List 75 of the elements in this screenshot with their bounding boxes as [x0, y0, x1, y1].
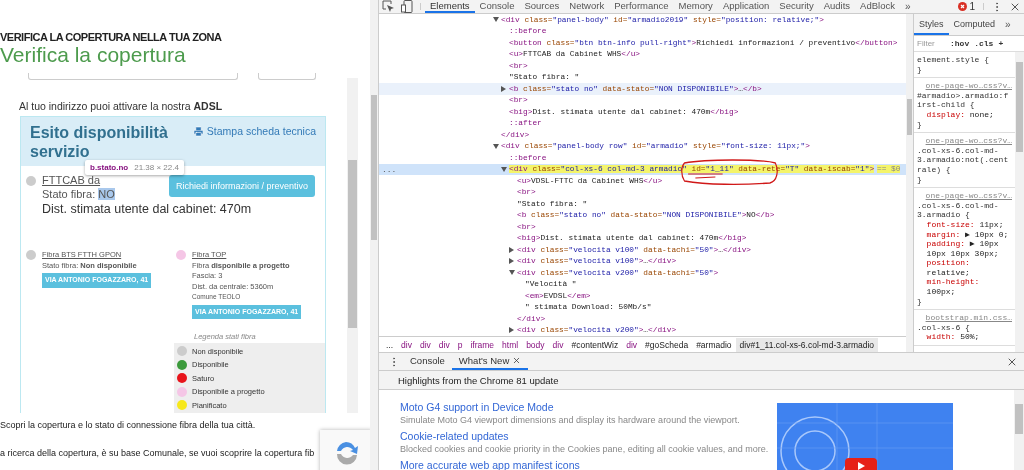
drawer-tab[interactable]: Console [403, 353, 452, 370]
css-property[interactable]: display: none; [917, 109, 1012, 120]
devtools-tab[interactable]: AdBlock [855, 0, 900, 13]
rule-source-link[interactable]: one-page-wo…css?v… [917, 81, 1012, 91]
devtools-tab[interactable]: Elements [425, 0, 475, 13]
body-text: Scopri la copertura e lo stato di connessione fibra della tua città. [0, 420, 257, 430]
page-title: Verifica la copertura [0, 43, 187, 67]
status-label: Stato fibra: [42, 188, 96, 200]
service-title: FTTCAB da [42, 174, 101, 186]
breadcrumb[interactable]: div#1_11.col-xs-6.col-md-3.armadio [735, 337, 879, 352]
hov-toggle[interactable]: :hov [950, 39, 970, 48]
devtools-tab[interactable]: Performance [609, 0, 674, 13]
css-selector: #armadio>.armadio:first-child { [917, 90, 1010, 110]
cls-toggle[interactable]: .cls [974, 39, 994, 48]
styles-tab[interactable]: Computed [948, 14, 1001, 35]
distance-text: Dist. stimata utente dal cabinet: 470m [42, 202, 253, 216]
news-description: Simulate Moto G4 viewport dimensions and display its hardware around the viewport. [400, 415, 741, 425]
css-property[interactable]: font-size: 11px; [917, 219, 1012, 230]
status-value: NO [98, 188, 115, 200]
css-property[interactable]: margin: ▶ 10px 0; [917, 229, 1012, 240]
css-property[interactable]: padding: ▶ 10px 10px 10px 30px; [917, 239, 1012, 259]
breadcrumb[interactable]: #armadio [692, 337, 736, 352]
css-selector: .col-xs-6.col-md-3.armadio { [917, 200, 1000, 220]
css-selector: .col-xs-6.col-md-3.armadio:not(.centrale) { [917, 145, 1010, 175]
section-eyebrow: VERIFICA LA COPERTURA NELLA TUA ZONA [0, 31, 223, 43]
add-rule-button[interactable]: + [998, 39, 1004, 48]
rule-source-link[interactable]: one-page-wo…css?v… [917, 136, 1012, 146]
news-link[interactable]: Moto G4 support in Device Mode [400, 401, 777, 413]
more-tabs[interactable]: » [1000, 14, 1016, 35]
css-property[interactable]: width: 50%; [917, 332, 1012, 343]
print-link[interactable]: Stampa scheda tecnica [192, 125, 316, 137]
devtools-tab[interactable]: Application [717, 0, 775, 13]
breadcrumb[interactable]: body [522, 337, 549, 352]
breadcrumb[interactable]: p [453, 337, 467, 352]
rule-source-link[interactable]: bootstrap.min.css… [917, 313, 1012, 323]
rule-close-brace: } [917, 64, 923, 75]
breadcrumb[interactable]: div [415, 337, 435, 352]
drawer-heading: Highlights from the Chrome 81 update [379, 371, 1024, 390]
devtools-tab[interactable]: Security [774, 0, 819, 13]
breadcrumb[interactable]: ... [382, 337, 398, 352]
intro-text: Al tuo indirizzo puoi attivare la nostra ADSL [19, 100, 224, 112]
rule-close-brace: } [917, 296, 923, 307]
filter-field[interactable]: Filter [917, 39, 945, 48]
devtools-tab[interactable]: Console [474, 0, 520, 13]
devtools-tab[interactable]: Network [564, 0, 610, 13]
breadcrumb[interactable]: #contentWiz [567, 337, 623, 352]
body-text: a ricerca della copertura, è su base Comunale, se vuoi scoprire la copertura fib [0, 448, 316, 458]
styles-tab[interactable]: Styles [914, 14, 949, 35]
panel-title: Esito disponibilità servizio [30, 123, 169, 161]
tab-label: Console [410, 355, 445, 366]
more-tabs[interactable]: » [899, 0, 916, 13]
tooltip-selector: b.stato.no [90, 163, 129, 172]
breadcrumb[interactable]: iframe [466, 337, 499, 352]
error-counter[interactable]: 1 [954, 0, 979, 13]
css-property[interactable]: min-height: 100px; [917, 277, 1012, 297]
tab-label: What's New [458, 355, 510, 366]
breadcrumb[interactable]: div [434, 337, 454, 352]
rule-source-link[interactable]: one-page-wo…css?v… [917, 191, 1012, 201]
news-link[interactable]: Cookie-related updates [400, 430, 777, 442]
css-selector: element.style { [917, 55, 990, 65]
devtools-tab[interactable]: Sources [519, 0, 565, 13]
news-description: Blocked cookies and cookie priority in the Cookies pane, editing all cookie values, and more. [400, 444, 770, 454]
breadcrumb[interactable]: div [622, 337, 642, 352]
breadcrumb[interactable]: div [397, 337, 416, 352]
devtools-tab[interactable]: Memory [673, 0, 718, 13]
breadcrumb[interactable]: #goScheda [641, 337, 693, 352]
devtools-tab[interactable]: Audits [818, 0, 856, 13]
gutter-ellipsis[interactable]: ... [379, 164, 399, 174]
rule-close-brace: } [917, 119, 923, 130]
rule-close-brace: } [917, 174, 923, 185]
breadcrumb[interactable]: div [548, 337, 568, 352]
css-selector: .col-xs-6 { [917, 322, 971, 333]
tooltip-size: 21.38 × 22.4 [134, 163, 179, 172]
breadcrumb[interactable]: html [498, 337, 523, 352]
css-property[interactable]: position: relative; [917, 258, 1012, 278]
